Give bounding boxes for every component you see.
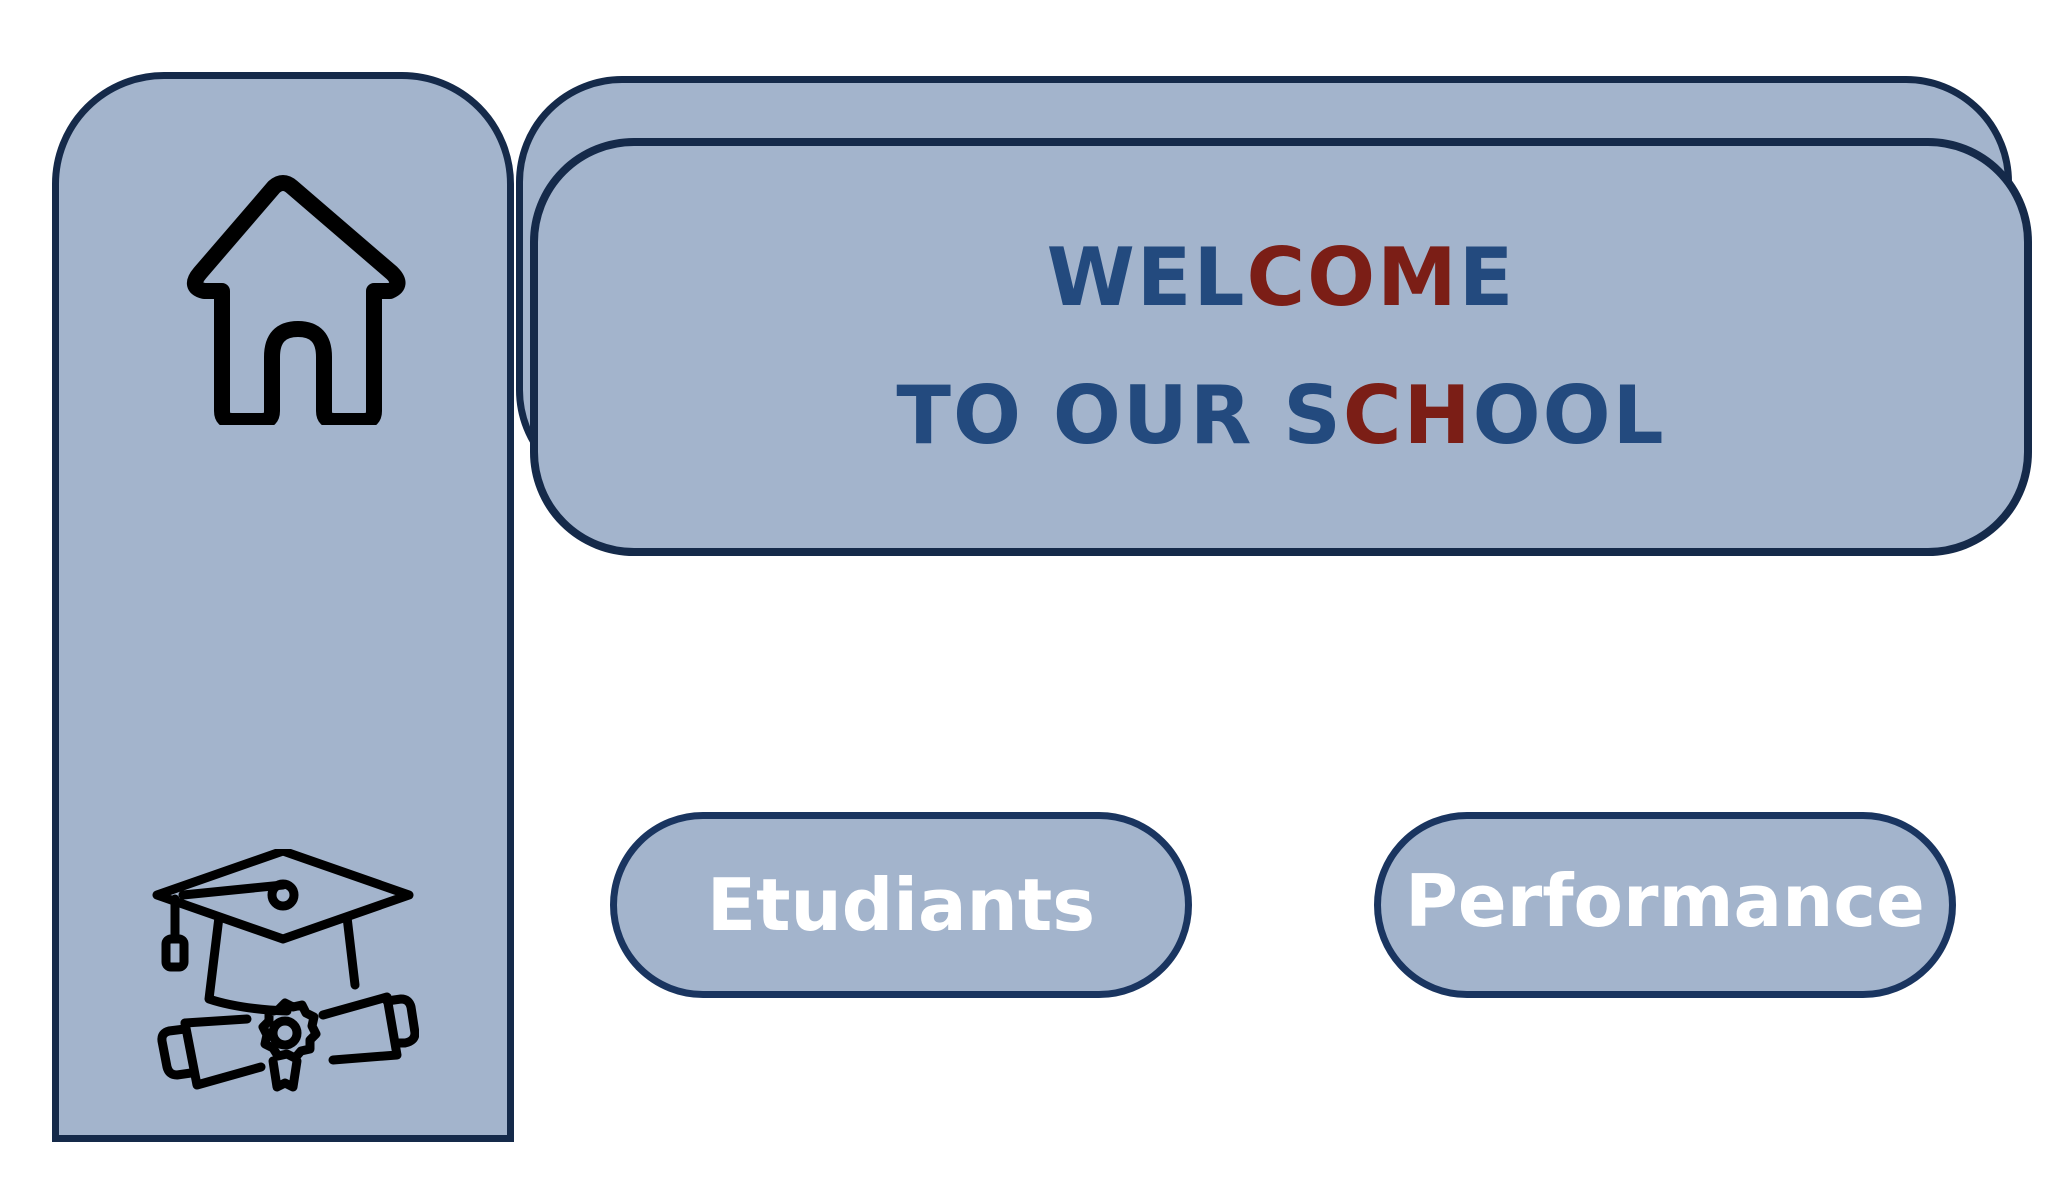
graduation-nav-button[interactable] [147, 849, 419, 1099]
home-icon [186, 175, 406, 425]
welcome-banner: WELCOME TO OUR SCHOOL [530, 138, 2032, 556]
welcome-heading: WELCOME [538, 238, 2024, 318]
welcome-heading-part: WEL [1046, 231, 1247, 324]
performance-button[interactable]: Performance [1374, 812, 1956, 998]
welcome-heading-accent: COM [1246, 231, 1459, 324]
school-heading: TO OUR SCHOOL [538, 376, 2024, 456]
welcome-heading-part: E [1458, 231, 1516, 324]
school-heading-part: TO OUR S [896, 369, 1343, 462]
etudiants-button[interactable]: Etudiants [610, 812, 1192, 998]
etudiants-button-label: Etudiants [706, 863, 1096, 947]
school-heading-accent: CH [1342, 369, 1473, 462]
graduation-cap-diploma-icon [152, 849, 419, 1092]
performance-button-label: Performance [1405, 859, 1925, 943]
sidebar [52, 72, 514, 1142]
school-heading-part: OOL [1472, 369, 1666, 462]
home-nav-button[interactable] [152, 175, 414, 425]
